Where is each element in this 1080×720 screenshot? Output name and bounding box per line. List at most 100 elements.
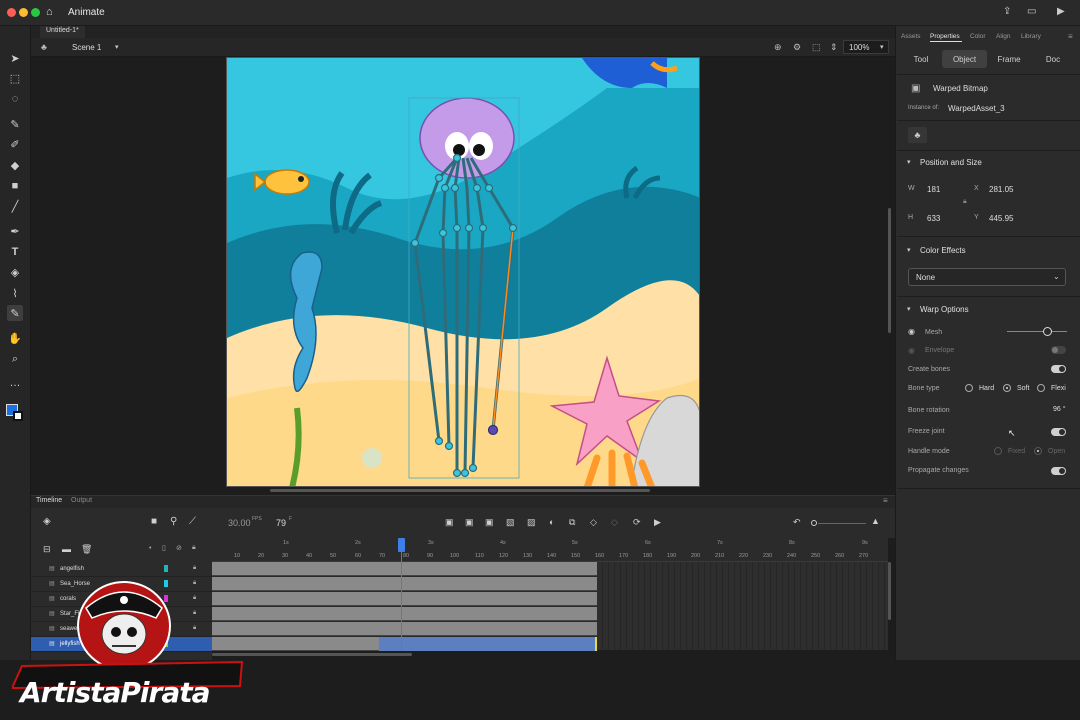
- classic-tween-icon[interactable]: ▨: [527, 517, 536, 528]
- current-frame-value[interactable]: 79: [276, 518, 286, 528]
- onion-skin-icon[interactable]: ◐: [549, 517, 554, 527]
- share-icon[interactable]: ⇪: [1003, 6, 1011, 17]
- timeline-vertical-scrollbar[interactable]: [888, 562, 891, 620]
- home-icon[interactable]: ⌂: [46, 6, 53, 18]
- fill-color-swatch[interactable]: [13, 411, 23, 421]
- layer-frames[interactable]: [212, 607, 597, 621]
- brush-tool-icon[interactable]: ✐: [7, 136, 23, 152]
- x-value[interactable]: 281.05: [989, 185, 1013, 194]
- center-stage-icon[interactable]: ⊕: [774, 42, 782, 53]
- pen-tool-icon[interactable]: ✒: [7, 223, 23, 239]
- delete-layer-icon[interactable]: 🗑︎: [81, 544, 92, 555]
- instance-value[interactable]: WarpedAsset_3: [948, 104, 1005, 113]
- camera-icon[interactable]: ■: [151, 516, 157, 527]
- layers-icon[interactable]: ◈: [43, 516, 51, 527]
- tab-color[interactable]: Color: [970, 33, 986, 40]
- paint-brush-tool-icon[interactable]: ✎: [7, 116, 23, 132]
- insert-blank-keyframe-icon[interactable]: ▣: [485, 517, 494, 528]
- chevron-down-icon[interactable]: ▾: [115, 43, 119, 51]
- empty-frames[interactable]: [597, 562, 888, 650]
- graph-icon[interactable]: ⟋: [189, 516, 196, 527]
- handle-mode-open-radio[interactable]: [1034, 447, 1042, 455]
- subtab-frame[interactable]: Frame: [990, 50, 1028, 68]
- timeline-zoom-slider[interactable]: [818, 523, 866, 524]
- rotate-stage-icon[interactable]: ⇕: [830, 42, 838, 53]
- zoom-mountain-icon[interactable]: ▲: [871, 516, 880, 526]
- hand-tool-icon[interactable]: ✋: [7, 330, 23, 346]
- selected-frame-span[interactable]: [379, 637, 596, 651]
- playhead[interactable]: [401, 538, 402, 651]
- insert-frame-icon[interactable]: ▣: [445, 517, 454, 528]
- loop-icon[interactable]: ⟳: [633, 517, 641, 528]
- stage-horizontal-scrollbar[interactable]: [270, 489, 650, 492]
- more-tools-icon[interactable]: …: [7, 375, 23, 391]
- text-tool-icon[interactable]: T: [7, 244, 23, 260]
- subtab-doc[interactable]: Doc: [1034, 50, 1072, 68]
- stage-canvas[interactable]: [226, 57, 700, 487]
- bone-type-flexi-radio[interactable]: [1037, 384, 1045, 392]
- selection-tool-icon[interactable]: ➤: [7, 50, 23, 66]
- tab-assets[interactable]: Assets: [901, 33, 921, 40]
- tab-properties[interactable]: Properties: [930, 33, 960, 40]
- next-keyframe-icon[interactable]: ◇: [611, 517, 618, 528]
- edit-multiple-frames-icon[interactable]: ⧉: [569, 517, 575, 528]
- tween-icon[interactable]: ▧: [506, 517, 515, 528]
- zoom-tool-icon[interactable]: ⌕: [7, 351, 23, 367]
- paint-bucket-tool-icon[interactable]: ◈: [7, 264, 23, 280]
- eye-icon[interactable]: ◉: [908, 327, 915, 336]
- subtab-tool[interactable]: Tool: [903, 50, 939, 68]
- layer-frames[interactable]: [212, 592, 597, 606]
- tab-output[interactable]: Output: [71, 497, 92, 504]
- prev-keyframe-icon[interactable]: ◇: [590, 517, 597, 528]
- subtab-object[interactable]: Object: [942, 50, 987, 68]
- mesh-slider-handle[interactable]: [1043, 327, 1052, 336]
- swap-symbol-icon[interactable]: ♣: [908, 127, 927, 143]
- lasso-tool-icon[interactable]: ◌: [7, 91, 23, 107]
- y-value[interactable]: 445.95: [989, 214, 1013, 223]
- layer-name[interactable]: angelfish: [60, 566, 84, 572]
- edit-symbols-icon[interactable]: ⚙: [793, 42, 801, 53]
- envelope-toggle[interactable]: [1051, 346, 1066, 354]
- timeline-zoom-handle[interactable]: [811, 520, 817, 526]
- chevron-down-icon[interactable]: ▾: [907, 246, 911, 254]
- mesh-slider[interactable]: [1007, 331, 1067, 332]
- panel-menu-icon[interactable]: ≡: [1068, 32, 1073, 41]
- stage-vertical-scrollbar[interactable]: [888, 208, 891, 333]
- eraser-tool-icon[interactable]: ◆: [7, 157, 23, 173]
- workspace-icon[interactable]: ▭: [1027, 6, 1036, 17]
- layer-frames[interactable]: [212, 577, 597, 591]
- zoom-window-button[interactable]: [31, 8, 40, 17]
- outline-icon[interactable]: ▯: [162, 544, 166, 552]
- close-window-button[interactable]: [7, 8, 16, 17]
- new-folder-icon[interactable]: ▬: [62, 544, 71, 554]
- fps-value[interactable]: 30.00: [228, 518, 251, 528]
- insert-keyframe-icon[interactable]: ▣: [465, 517, 474, 528]
- bone-rotation-value[interactable]: 96 °: [1053, 406, 1066, 413]
- test-movie-icon[interactable]: ▶: [1057, 6, 1065, 17]
- width-value[interactable]: 181: [927, 185, 940, 194]
- free-transform-tool-icon[interactable]: ⬚: [7, 70, 23, 86]
- layer-row[interactable]: [31, 562, 212, 577]
- minimize-window-button[interactable]: [19, 8, 28, 17]
- lock-icon[interactable]: 🔒︎: [192, 544, 196, 552]
- chevron-down-icon[interactable]: ▾: [880, 43, 884, 51]
- layer-frames[interactable]: [212, 622, 597, 636]
- eyedropper-tool-icon[interactable]: ⌇: [7, 285, 23, 301]
- bone-type-hard-radio[interactable]: [965, 384, 973, 392]
- clip-content-icon[interactable]: ⬚: [812, 42, 821, 53]
- show-hide-icon[interactable]: ⊘: [176, 544, 182, 552]
- new-layer-icon[interactable]: ⊟: [43, 544, 51, 555]
- chevron-down-icon[interactable]: ▾: [907, 158, 911, 166]
- rectangle-tool-icon[interactable]: ■: [7, 178, 23, 194]
- chevron-down-icon[interactable]: ⌄: [1053, 272, 1060, 281]
- highlight-icon[interactable]: •: [149, 545, 151, 552]
- play-button-icon[interactable]: ▶: [654, 517, 661, 528]
- tab-timeline[interactable]: Timeline: [36, 497, 62, 504]
- timeline-menu-icon[interactable]: ≡: [883, 496, 888, 505]
- tab-align[interactable]: Align: [996, 33, 1010, 40]
- height-value[interactable]: 633: [927, 214, 940, 223]
- handle-mode-fixed-radio[interactable]: [994, 447, 1002, 455]
- layer-frames[interactable]: [212, 562, 597, 576]
- freeze-joint-toggle[interactable]: [1051, 428, 1066, 436]
- eye-icon[interactable]: ◉: [908, 346, 915, 355]
